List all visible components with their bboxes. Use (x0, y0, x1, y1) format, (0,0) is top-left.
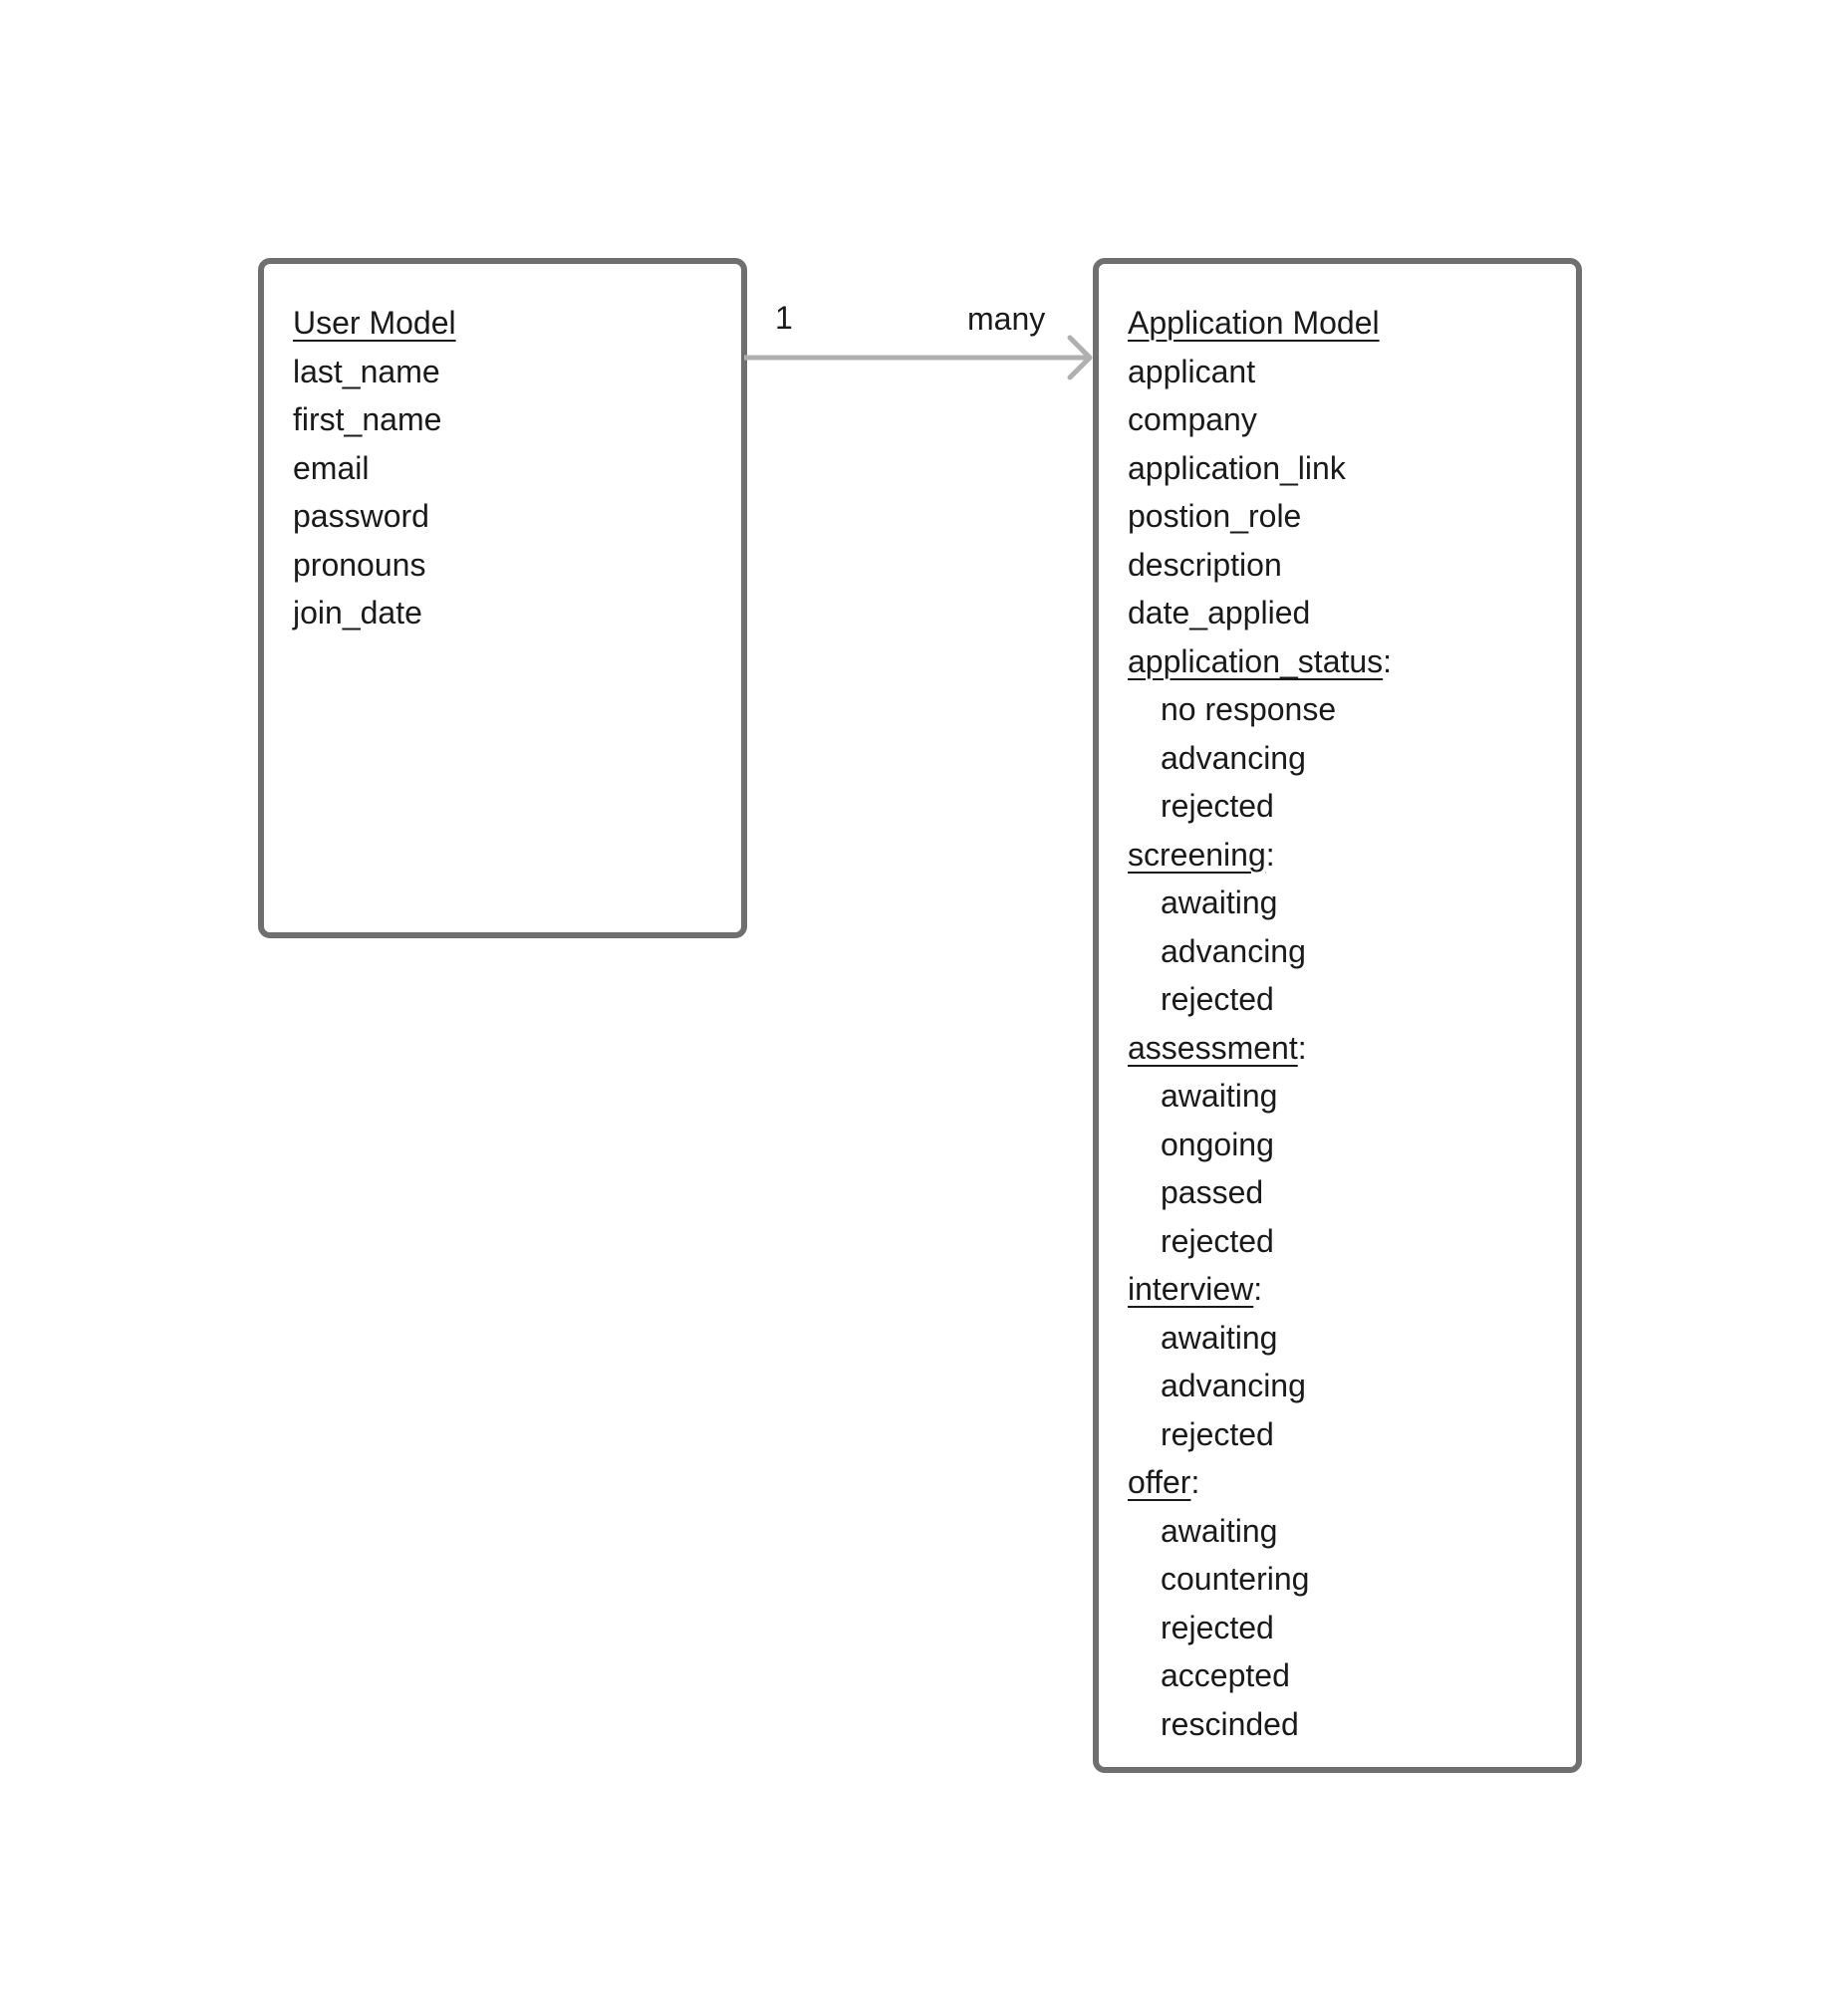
application-model-title: Application Model (1128, 305, 1380, 341)
user-field: password (293, 498, 429, 534)
status-group-header: offer: (1128, 1464, 1200, 1500)
user-model-title: User Model (293, 305, 456, 341)
application-field: application_link (1128, 449, 1346, 486)
status-option: countering (1161, 1561, 1310, 1597)
user-model-box: User Model last_name first_name email pa… (258, 258, 747, 938)
user-field: email (293, 449, 370, 486)
status-option: rejected (1161, 981, 1274, 1017)
status-group-header: application_status: (1128, 642, 1393, 679)
application-model-fields: Application Model applicant company appl… (1128, 299, 1392, 1748)
status-option: awaiting (1161, 1512, 1278, 1549)
status-option: awaiting (1161, 1319, 1278, 1356)
status-option: passed (1161, 1174, 1264, 1210)
relationship-arrowhead (1067, 335, 1093, 380)
application-field: date_applied (1128, 595, 1311, 630)
status-option: rescinded (1161, 1705, 1299, 1742)
status-group-header: assessment: (1128, 1029, 1307, 1066)
status-option: awaiting (1161, 1078, 1278, 1114)
status-option: rejected (1161, 788, 1274, 824)
application-model-box: Application Model applicant company appl… (1093, 258, 1582, 1773)
status-option: rejected (1161, 1222, 1274, 1259)
status-option: advancing (1161, 739, 1306, 776)
source-cardinality-label: 1 (775, 300, 793, 336)
user-field: first_name (293, 401, 442, 437)
user-field: pronouns (293, 546, 426, 583)
status-group-header: screening: (1128, 836, 1275, 873)
status-option: accepted (1161, 1657, 1290, 1693)
application-field: description (1128, 546, 1282, 583)
status-option: no response (1161, 691, 1337, 727)
application-field: applicant (1128, 353, 1256, 389)
status-option: awaiting (1161, 884, 1278, 920)
user-field: last_name (293, 353, 440, 389)
application-field: postion_role (1128, 498, 1302, 534)
status-option: ongoing (1161, 1126, 1274, 1162)
status-option: advancing (1161, 1368, 1306, 1403)
status-option: rejected (1161, 1609, 1274, 1645)
application-field: company (1128, 401, 1257, 437)
user-field: join_date (293, 595, 422, 630)
status-option: advancing (1161, 932, 1306, 969)
target-cardinality-label: many (967, 301, 1046, 337)
status-option: rejected (1161, 1415, 1274, 1452)
status-group-header: interview: (1128, 1271, 1263, 1307)
user-model-fields: User Model last_name first_name email pa… (293, 299, 456, 637)
